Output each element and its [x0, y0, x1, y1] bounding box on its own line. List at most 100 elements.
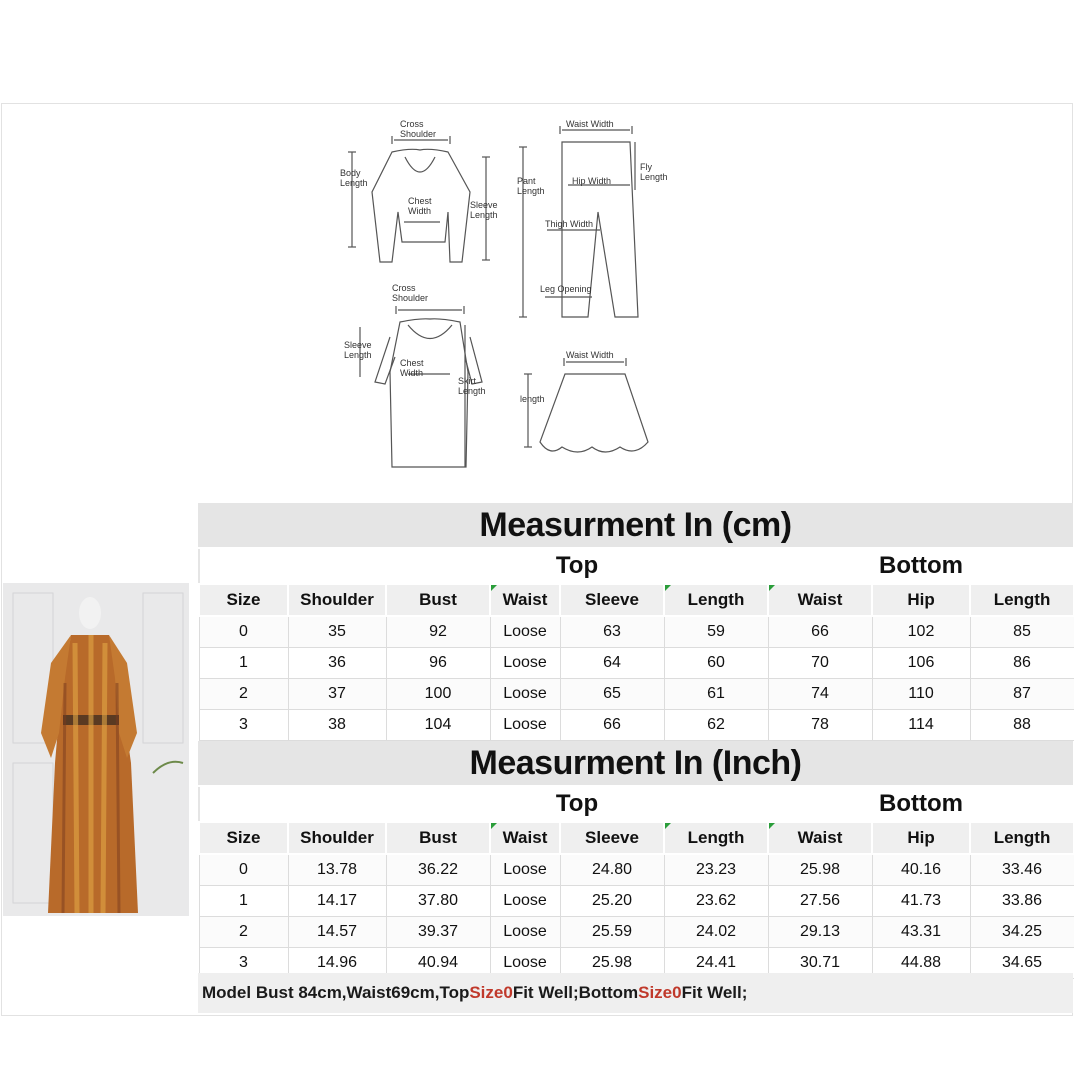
- col-size: Size: [198, 821, 289, 855]
- col-bottom-length: Length: [969, 821, 1074, 855]
- blank-cell: [198, 547, 289, 585]
- table-cell: 64: [559, 647, 665, 679]
- table-cell: 104: [385, 709, 491, 741]
- table-row: 3 38 104 Loose 66 62 78 114 88: [198, 709, 1074, 741]
- table-cell: 14.17: [287, 885, 387, 917]
- table-cell: 63: [559, 615, 665, 648]
- table-cell: 92: [385, 615, 491, 648]
- label-cross-shoulder-2: Shoulder: [400, 129, 436, 139]
- group-bottom-label: Bottom: [767, 785, 1074, 823]
- col-bottom-waist: Waist: [767, 821, 874, 855]
- table-cell: 34.25: [969, 916, 1074, 948]
- table-cell: 23.62: [663, 885, 769, 917]
- col-waist: Waist: [489, 821, 561, 855]
- col-bust: Bust: [385, 821, 491, 855]
- label-skirt-waist: Waist Width: [566, 350, 614, 360]
- table-cell: 25.98: [767, 853, 873, 886]
- label-dress-cross-2: Shoulder: [392, 293, 428, 303]
- model-dress-image: [3, 583, 189, 916]
- column-header-row: Size Shoulder Bust Waist Sleeve Length W…: [198, 821, 1074, 855]
- col-hip: Hip: [871, 821, 972, 855]
- table-cell: 85: [969, 615, 1074, 648]
- table-cell: 27.56: [767, 885, 873, 917]
- label-skirt-len: length: [520, 394, 545, 404]
- table-cell: 59: [663, 615, 769, 648]
- table-cell: 39.37: [385, 916, 491, 948]
- table-cell: 0: [198, 853, 289, 886]
- label-fly-length-2: Length: [640, 172, 668, 182]
- table-row: 1 36 96 Loose 64 60 70 106 86: [198, 647, 1074, 679]
- table-cell: 38: [287, 709, 387, 741]
- table-cell: 25.20: [559, 885, 665, 917]
- blank-cell: [287, 785, 387, 823]
- table-cell: 96: [385, 647, 491, 679]
- table-cell: 33.86: [969, 885, 1074, 917]
- cm-table-title: Measurment In (cm): [198, 503, 1073, 547]
- table-cell: 1: [198, 885, 289, 917]
- col-length: Length: [662, 583, 770, 617]
- table-cell: 3: [198, 709, 289, 741]
- col-size: Size: [198, 583, 289, 617]
- table-cell: 0: [198, 615, 289, 648]
- measurement-diagram: Cross Shoulder Body Length Chest Width S…: [330, 112, 700, 477]
- label-thigh-width: Thigh Width: [545, 219, 593, 229]
- inch-rows: 0 13.78 36.22 Loose 24.80 23.23 25.98 40.16 33.4…: [198, 853, 1074, 979]
- table-cell: 2: [198, 678, 289, 710]
- table-cell: 29.13: [767, 916, 873, 948]
- table-cell: 13.78: [287, 853, 387, 886]
- table-cell: Loose: [489, 709, 561, 741]
- col-bust: Bust: [385, 583, 491, 617]
- garment-sketches: Cross Shoulder Body Length Chest Width S…: [340, 119, 668, 468]
- product-photo: [3, 583, 189, 916]
- table-cell: 24.80: [559, 853, 665, 886]
- size-tables: Measurment In (cm) Top Bottom Size Shoul…: [198, 503, 1074, 979]
- table-cell: 36: [287, 647, 387, 679]
- table-cell: 35: [287, 615, 387, 648]
- label-dress-sleeve-2: Length: [344, 350, 372, 360]
- note-size-top: Size0: [469, 983, 513, 1002]
- label-chest-width: Chest: [408, 196, 432, 206]
- label-fly-length: Fly: [640, 162, 652, 172]
- blank-cell: [198, 785, 289, 823]
- cm-size-table: Top Bottom Size Shoulder Bust Waist Slee…: [198, 547, 1074, 741]
- label-body-length-2: Length: [340, 178, 368, 188]
- label-waist-width: Waist Width: [566, 119, 614, 129]
- table-cell: 114: [871, 709, 971, 741]
- label-hip-width: Hip Width: [572, 176, 611, 186]
- col-sleeve: Sleeve: [559, 821, 665, 855]
- label-dress-chest-2: Width: [400, 368, 423, 378]
- table-cell: 62: [663, 709, 769, 741]
- col-shoulder: Shoulder: [287, 821, 387, 855]
- table-cell: 24.02: [663, 916, 769, 948]
- cm-rows: 0 35 92 Loose 63 59 66 102 85 1 36 96 Loose 64 60 70 106…: [198, 615, 1074, 741]
- table-cell: Loose: [489, 615, 561, 648]
- table-cell: 41.73: [871, 885, 971, 917]
- col-shoulder: Shoulder: [287, 583, 387, 617]
- group-bottom-label: Bottom: [767, 547, 1074, 585]
- col-waist: Waist: [489, 583, 561, 617]
- label-leg-opening: Leg Opening: [540, 284, 592, 294]
- table-cell: 14.57: [287, 916, 387, 948]
- table-cell: 106: [871, 647, 971, 679]
- table-cell: 60: [663, 647, 769, 679]
- table-cell: Loose: [489, 678, 561, 710]
- note-text-2: Fit Well;Bottom: [512, 983, 639, 1002]
- label-sleeve-length: Sleeve: [470, 200, 498, 210]
- table-row: 1 14.17 37.80 Loose 25.20 23.62 27.56 41.73 33.8…: [198, 885, 1074, 917]
- table-cell: Loose: [489, 885, 561, 917]
- dress-sketch: [389, 318, 469, 468]
- inch-table-title: Measurment In (Inch): [198, 741, 1073, 785]
- table-row: 2 14.57 39.37 Loose 25.59 24.02 29.13 43.31 34.2…: [198, 916, 1074, 948]
- table-cell: 23.23: [663, 853, 769, 886]
- label-cross-shoulder: Cross: [400, 119, 424, 129]
- table-row: 0 35 92 Loose 63 59 66 102 85: [198, 615, 1074, 648]
- label-skirt-length: Skirt: [458, 376, 476, 386]
- table-cell: 37: [287, 678, 387, 710]
- note-text-1: Model Bust 84cm,Waist69cm,Top: [202, 983, 470, 1002]
- table-cell: 87: [969, 678, 1074, 710]
- table-cell: 1: [198, 647, 289, 679]
- mannequin-head: [79, 597, 101, 629]
- table-cell: 88: [969, 709, 1074, 741]
- table-cell: Loose: [489, 647, 561, 679]
- table-cell: Loose: [489, 853, 561, 886]
